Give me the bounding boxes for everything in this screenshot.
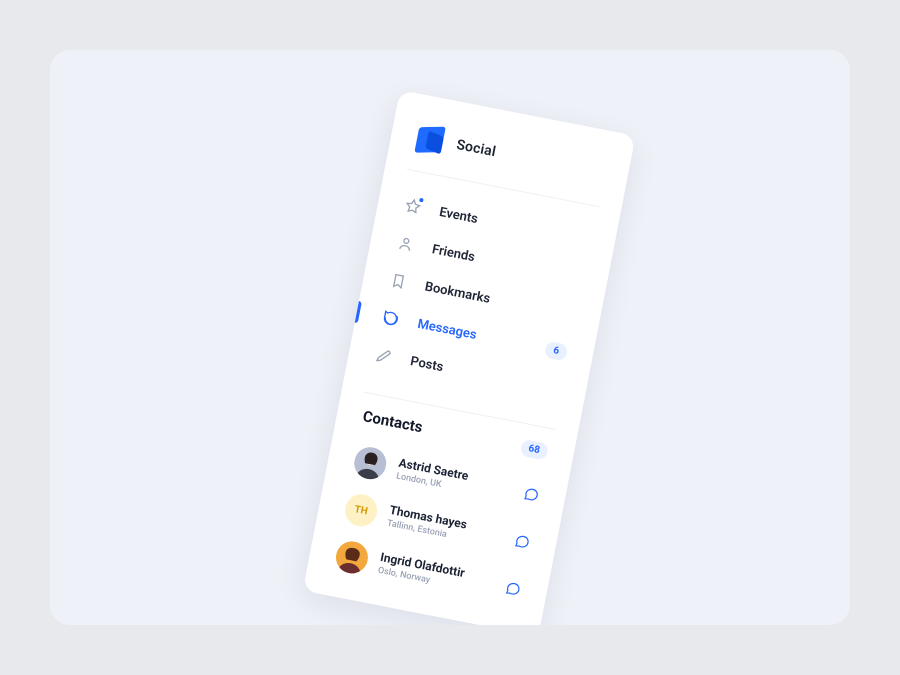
message-icon[interactable] [522, 485, 541, 504]
avatar-initials: TH [342, 492, 380, 530]
logo-cube-icon [415, 124, 445, 154]
nav-label: Messages [416, 316, 478, 342]
nav-label: Events [438, 204, 479, 226]
message-icon[interactable] [504, 579, 523, 598]
nav-label: Posts [409, 354, 445, 375]
contact-meta: Astrid Saetre London, UK [395, 456, 469, 495]
nav-label: Bookmarks [424, 279, 492, 306]
bookmark-icon [388, 271, 409, 292]
nav-label: Friends [431, 242, 476, 265]
app-frame: Social Events Friends [50, 50, 850, 625]
messages-count-badge: 6 [544, 340, 569, 361]
pencil-icon [373, 345, 394, 366]
nav-list: Events Friends Bookmarks Messages 6 [344, 175, 619, 423]
user-icon [395, 233, 416, 254]
contact-meta: Ingrid Olafdottir Oslo, Norway [377, 550, 466, 592]
brand-name: Social [455, 137, 497, 160]
social-sidebar: Social Events Friends [303, 90, 636, 625]
avatar [351, 444, 389, 482]
contacts-title: Contacts [361, 407, 424, 436]
avatar [333, 539, 371, 577]
chat-icon [381, 308, 402, 329]
message-icon[interactable] [513, 532, 532, 551]
contact-meta: Thomas hayes Tallinn, Estonia [386, 503, 468, 544]
contacts-count-badge: 68 [519, 438, 549, 460]
